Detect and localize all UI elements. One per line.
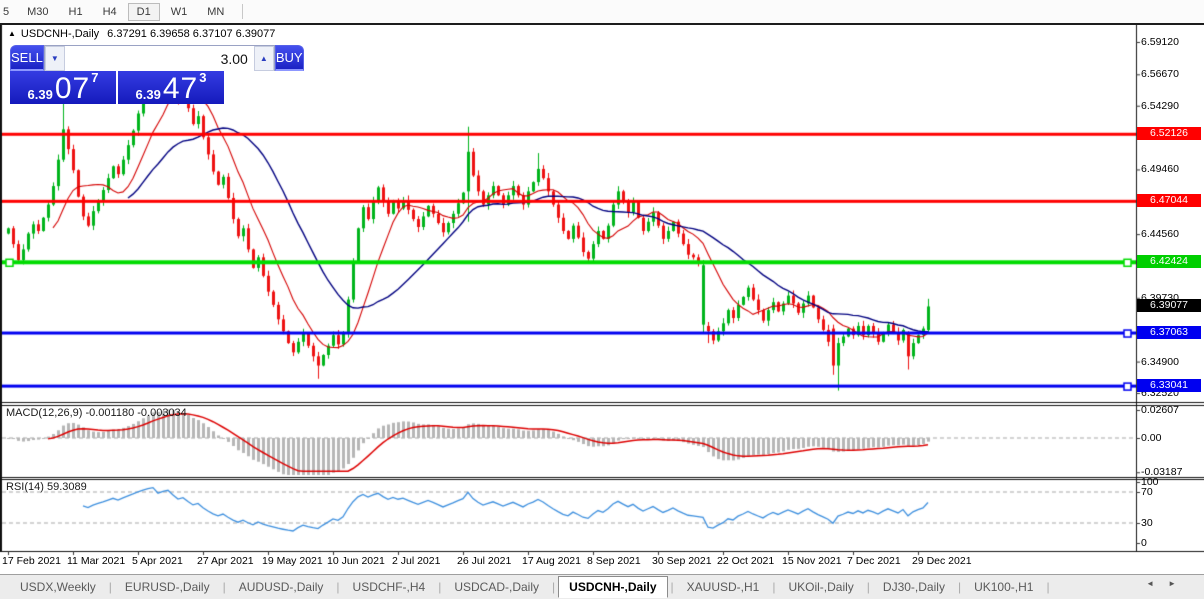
date-axis-label: 5 Apr 2021 [132,555,183,567]
date-axis-label: 11 Mar 2021 [67,555,126,567]
buy-button[interactable]: BUY [274,45,304,71]
tab-separator: | [1046,580,1050,594]
tab-separator: | [438,580,442,594]
tab-scroll-arrows: ◄► [1146,579,1190,588]
level-price-chip: 6.42424 [1137,255,1201,269]
sell-button[interactable]: SELL [10,45,44,71]
tab-uk100-h1[interactable]: UK100-,H1 [964,577,1043,597]
rsi-axis-tick: 0 [1141,537,1147,549]
date-axis-label: 15 Nov 2021 [782,555,842,567]
tab-separator: | [222,580,226,594]
tab-audusd-daily[interactable]: AUDUSD-,Daily [229,577,334,597]
rsi-axis-tick: 30 [1141,517,1153,529]
level-price-chip: 6.47044 [1137,194,1201,208]
price-chart-canvas[interactable] [0,25,1204,599]
tab-ukoil-daily[interactable]: UKOil-,Daily [778,577,863,597]
macd-axis-tick: 0.02607 [1141,404,1179,416]
tab-scroll-right-icon[interactable]: ► [1168,579,1190,588]
tab-usdchf-h4[interactable]: USDCHF-,H4 [343,577,436,597]
toolbar-separator [242,4,244,19]
current-price-chip: 6.39077 [1137,299,1201,313]
tab-separator: | [108,580,112,594]
price-axis-tick: 6.44560 [1141,228,1179,241]
symbol-tab-bar: USDX,Weekly | EURUSD-,Daily | AUDUSD-,Daily |… [0,574,1204,599]
tab-dj30-daily[interactable]: DJ30-,Daily [873,577,955,597]
date-axis-label: 10 Jun 2021 [327,555,385,567]
date-axis-label: 26 Jul 2021 [457,555,512,567]
date-axis-label: 29 Dec 2021 [912,555,972,567]
one-click-trade-panel: SELL ▼ ▲ BUY 6.39 07 7 6.39 47 3 [10,45,304,104]
chart-ohlc-values: 6.37291 6.39658 6.37107 6.39077 [107,28,276,40]
tab-usdcnh-daily[interactable]: USDCNH-,Daily [558,576,668,598]
timeframe-toolbar: 5 M30 H1 H4 D1 W1 MN [0,0,1204,25]
rsi-indicator-label: RSI(14) 59.3089 [6,481,87,493]
timeframe-button-mn[interactable]: MN [198,3,233,21]
sell-price-point: 7 [91,70,99,85]
price-axis-tick: 6.34900 [1141,355,1179,368]
tab-separator: | [957,580,962,594]
tab-scroll-left-icon[interactable]: ◄ [1146,579,1168,588]
date-axis-label: 22 Oct 2021 [717,555,775,567]
trading-platform-window: 5 M30 H1 H4 D1 W1 MN ▲ USDCNH-,Daily 6.37291 6.3… [0,0,1204,599]
sell-price-prefix: 6.39 [27,87,53,102]
date-axis-label: 17 Feb 2021 [2,555,61,567]
date-axis-label: 27 Apr 2021 [197,555,254,567]
price-axis-tick: 6.49460 [1141,163,1179,176]
price-axis-tick: 6.54290 [1141,99,1179,112]
timeframe-button-w1[interactable]: W1 [162,3,197,21]
tab-usdcad-daily[interactable]: USDCAD-,Daily [444,577,549,597]
timeframe-button-h1[interactable]: H1 [60,3,92,21]
volume-input[interactable] [64,46,254,71]
timeframe-button-d1[interactable]: D1 [127,2,160,21]
timeframe-button-5[interactable]: 5 [1,3,16,21]
buy-price-point: 3 [199,70,207,85]
timeframe-button-h4[interactable]: H4 [94,3,126,21]
tab-separator: | [336,580,340,594]
tab-separator: | [670,580,674,594]
date-axis-label: 8 Sep 2021 [587,555,641,567]
date-axis-label: 19 May 2021 [262,555,323,567]
rsi-axis-tick: 70 [1141,486,1153,498]
tab-eurusd-daily[interactable]: EURUSD-,Daily [115,577,220,597]
sell-price-display[interactable]: 6.39 07 7 [10,71,118,104]
date-axis-label: 7 Dec 2021 [847,555,901,567]
buy-price-pips: 47 [162,72,199,105]
chart-title: ▲ USDCNH-,Daily 6.37291 6.39658 6.37107 6.… [8,28,275,40]
macd-axis-tick: 0.00 [1141,432,1162,444]
price-axis-tick: 6.59120 [1141,35,1179,48]
level-price-chip: 6.33041 [1137,379,1201,393]
chart-symbol-label: USDCNH-,Daily [20,28,100,40]
tab-separator: | [772,580,776,594]
tab-separator: | [866,580,870,594]
level-price-chip: 6.37063 [1137,326,1201,340]
date-axis-label: 2 Jul 2021 [392,555,441,567]
buy-price-display[interactable]: 6.39 47 3 [118,71,224,104]
date-axis-label: 30 Sep 2021 [652,555,712,567]
date-axis-label: 17 Aug 2021 [522,555,581,567]
sell-price-pips: 07 [54,72,91,105]
macd-indicator-label: MACD(12,26,9) -0.001180 -0.003034 [6,407,187,419]
volume-decrease-button[interactable]: ▼ [44,46,65,71]
timeframe-button-m30[interactable]: M30 [18,3,57,21]
buy-price-prefix: 6.39 [135,87,161,102]
tab-usdx-weekly[interactable]: USDX,Weekly [10,577,106,597]
level-price-chip: 6.52126 [1137,127,1201,141]
collapse-icon[interactable]: ▲ [8,29,16,38]
tab-xauusd-h1[interactable]: XAUUSD-,H1 [677,577,770,597]
price-axis-tick: 6.56670 [1141,68,1179,81]
volume-group: ▼ ▲ [43,45,275,71]
volume-increase-button[interactable]: ▲ [253,46,274,71]
tab-separator: | [552,580,556,594]
